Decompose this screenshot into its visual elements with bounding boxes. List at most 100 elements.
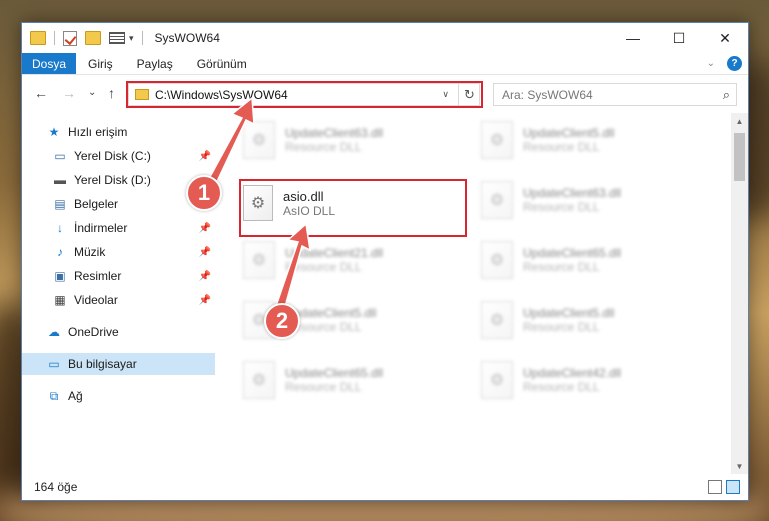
file-item[interactable]: ⚙ UpdateClient63.dll Resource DLL bbox=[243, 113, 463, 167]
file-type: Resource DLL bbox=[285, 380, 362, 394]
file-type: Resource DLL bbox=[523, 200, 600, 214]
file-name: UpdateClient63.dll bbox=[523, 186, 622, 200]
dll-file-icon: ⚙ bbox=[481, 181, 513, 219]
pictures-icon: ▣ bbox=[54, 269, 66, 283]
sidebar-item-label: Videolar bbox=[74, 293, 118, 307]
file-type: Resource DLL bbox=[523, 260, 600, 274]
address-highlight-box bbox=[126, 81, 483, 108]
sidebar-item-label: Yerel Disk (D:) bbox=[74, 173, 151, 187]
large-icons-view-icon[interactable] bbox=[726, 480, 740, 494]
new-folder-icon[interactable] bbox=[85, 31, 101, 45]
sidebar-item-videos[interactable]: ▦ Videolar 📌 bbox=[22, 289, 215, 311]
help-icon[interactable]: ? bbox=[727, 56, 742, 71]
sidebar-item-label: Ağ bbox=[68, 389, 83, 403]
sidebar-item-pictures[interactable]: ▣ Resimler 📌 bbox=[22, 265, 215, 287]
file-name: UpdateClient63.dll bbox=[285, 126, 384, 140]
sidebar-item-this-pc[interactable]: ▭ Bu bilgisayar bbox=[22, 353, 215, 375]
sidebar-item-label: Bu bilgisayar bbox=[68, 357, 137, 371]
file-item[interactable]: ⚙ UpdateClient65.dll Resource DLL bbox=[243, 353, 463, 407]
customize-toolbar-icon[interactable] bbox=[109, 32, 125, 44]
scroll-thumb[interactable] bbox=[734, 133, 745, 181]
file-type: Resource DLL bbox=[523, 140, 600, 154]
file-item[interactable]: ⚙ UpdateClient5.dll Resource DLL bbox=[481, 113, 701, 167]
file-type: Resource DLL bbox=[285, 260, 362, 274]
pin-icon: 📌 bbox=[198, 246, 211, 258]
dll-file-icon: ⚙ bbox=[243, 361, 275, 399]
music-icon: ♪ bbox=[57, 245, 63, 259]
scroll-up-icon[interactable]: ▲ bbox=[731, 113, 748, 129]
tab-share[interactable]: Paylaş bbox=[125, 53, 185, 74]
search-input[interactable]: Ara: SysWOW64 ⌕ bbox=[493, 83, 737, 106]
pin-icon: 📌 bbox=[198, 150, 211, 162]
file-name: UpdateClient5.dll bbox=[523, 306, 615, 320]
dll-file-icon: ⚙ bbox=[481, 361, 513, 399]
title-bar: ▾ SysWOW64 — ☐ ✕ bbox=[22, 23, 748, 53]
status-bar: 164 öğe bbox=[22, 474, 748, 500]
file-item[interactable]: ⚙ UpdateClient5.dll Resource DLL bbox=[481, 293, 701, 347]
main-body: ★ Hızlı erişim ▭ Yerel Disk (C:) 📌 ▬ Yer… bbox=[22, 113, 748, 474]
sidebar-item-label: Belgeler bbox=[74, 197, 119, 211]
sidebar-item-label: Resimler bbox=[74, 269, 122, 283]
computer-icon: ▭ bbox=[48, 357, 60, 371]
file-item[interactable]: ⚙ UpdateClient65.dll Resource DLL bbox=[481, 233, 701, 287]
file-name: UpdateClient42.dll bbox=[523, 366, 622, 380]
back-button[interactable]: ← bbox=[34, 85, 48, 101]
file-type: Resource DLL bbox=[285, 140, 362, 154]
forward-button[interactable]: → bbox=[62, 85, 76, 101]
tab-view[interactable]: Görünüm bbox=[185, 53, 259, 74]
scroll-down-icon[interactable]: ▼ bbox=[731, 458, 748, 474]
sidebar-item-local-disk-c[interactable]: ▭ Yerel Disk (C:) 📌 bbox=[22, 145, 215, 167]
close-button[interactable]: ✕ bbox=[702, 23, 748, 53]
minimize-button[interactable]: — bbox=[610, 23, 656, 53]
sidebar-item-network[interactable]: ⧉ Ağ bbox=[22, 385, 215, 407]
sidebar-item-label: Hızlı erişim bbox=[68, 125, 128, 139]
expand-ribbon-icon[interactable]: ⌄ bbox=[707, 58, 715, 69]
drive-icon: ▭ bbox=[54, 149, 66, 163]
file-highlight-box bbox=[239, 179, 467, 237]
sidebar-item-downloads[interactable]: ↓ İndirmeler 📌 bbox=[22, 217, 215, 239]
step-badge-2: 2 bbox=[264, 303, 300, 339]
sidebar-item-label: İndirmeler bbox=[74, 221, 128, 235]
details-view-icon[interactable] bbox=[708, 480, 722, 494]
search-placeholder: Ara: SysWOW64 bbox=[502, 87, 593, 102]
search-icon[interactable]: ⌕ bbox=[723, 87, 730, 103]
sidebar-item-onedrive[interactable]: ☁ OneDrive bbox=[22, 321, 215, 343]
file-item[interactable]: ⚙ UpdateClient63.dll Resource DLL bbox=[481, 173, 701, 227]
drive-icon: ▬ bbox=[54, 173, 66, 187]
file-name: UpdateClient65.dll bbox=[523, 246, 622, 260]
separator bbox=[141, 31, 143, 45]
pin-icon: 📌 bbox=[198, 270, 211, 282]
documents-icon: ▤ bbox=[54, 197, 66, 211]
sidebar-item-music[interactable]: ♪ Müzik 📌 bbox=[22, 241, 215, 263]
file-item[interactable]: ⚙ UpdateClient21.dll Resource DLL bbox=[243, 233, 463, 287]
video-icon: ▦ bbox=[54, 293, 66, 307]
dll-file-icon: ⚙ bbox=[481, 121, 513, 159]
chevron-down-icon[interactable]: ▾ bbox=[129, 33, 134, 44]
sidebar-item-label: Müzik bbox=[74, 245, 106, 259]
explorer-window: ▾ SysWOW64 — ☐ ✕ Dosya Giriş Paylaş Görü… bbox=[21, 22, 749, 501]
tab-home[interactable]: Giriş bbox=[76, 53, 125, 74]
folder-icon bbox=[30, 31, 46, 45]
dll-file-icon: ⚙ bbox=[243, 121, 275, 159]
up-button[interactable]: ↑ bbox=[108, 85, 115, 101]
properties-check-icon[interactable] bbox=[63, 30, 77, 46]
dll-file-icon: ⚙ bbox=[481, 301, 513, 339]
vertical-scrollbar[interactable]: ▲ ▼ bbox=[731, 113, 748, 474]
step-badge-1: 1 bbox=[186, 175, 222, 211]
item-count: 164 öğe bbox=[34, 480, 78, 494]
file-type: Resource DLL bbox=[523, 320, 600, 334]
file-name: UpdateClient21.dll bbox=[285, 246, 384, 260]
sidebar-item-label: OneDrive bbox=[68, 325, 119, 339]
sidebar-item-quick-access[interactable]: ★ Hızlı erişim bbox=[22, 121, 215, 143]
recent-locations-button[interactable]: ⌄ bbox=[88, 87, 96, 98]
separator bbox=[54, 31, 55, 45]
star-icon: ★ bbox=[48, 125, 60, 139]
maximize-button[interactable]: ☐ bbox=[656, 23, 702, 53]
download-icon: ↓ bbox=[57, 221, 63, 235]
file-item[interactable]: ⚙ UpdateClient42.dll Resource DLL bbox=[481, 353, 701, 407]
navigation-pane: ★ Hızlı erişim ▭ Yerel Disk (C:) 📌 ▬ Yer… bbox=[22, 113, 215, 474]
file-name: UpdateClient65.dll bbox=[285, 366, 384, 380]
tab-file[interactable]: Dosya bbox=[22, 53, 76, 74]
file-name: UpdateClient5.dll bbox=[523, 126, 615, 140]
file-type: Resource DLL bbox=[523, 380, 600, 394]
